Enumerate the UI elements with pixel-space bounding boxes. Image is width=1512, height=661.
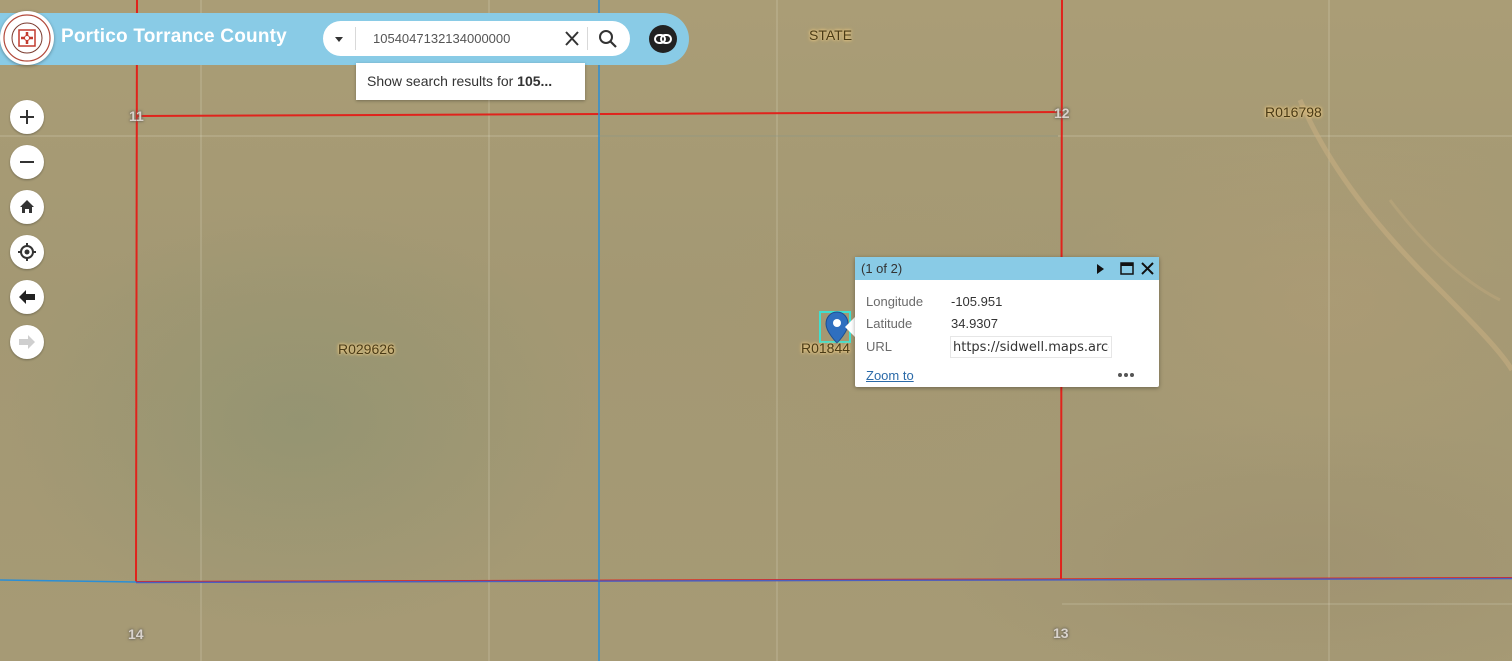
more-actions-button[interactable] [1116,368,1136,382]
zoom-in-button[interactable] [10,100,44,134]
search-input[interactable] [365,21,563,56]
search-icon [599,30,617,48]
locate-button[interactable] [10,235,44,269]
minus-icon [20,161,34,163]
parcel-label: R016798 [1265,104,1322,120]
zoom-out-button[interactable] [10,145,44,179]
suggestion-prefix: Show search results for [367,73,518,89]
section-number: 14 [128,626,144,642]
search-box [323,21,630,56]
popup-count: (1 of 2) [861,261,903,276]
maximize-icon [1120,262,1134,275]
chevron-down-icon [335,37,343,42]
share-link-button[interactable] [649,25,677,53]
close-icon [1141,262,1154,275]
divider [587,27,588,50]
suggestion-term: 105... [517,73,553,89]
link-icon [654,34,672,44]
field-label-longitude: Longitude [866,294,924,309]
url-field[interactable] [950,336,1112,358]
field-value-latitude: 34.9307 [951,316,998,331]
arrow-right-icon [19,335,35,349]
next-extent-button[interactable] [10,325,44,359]
app-title: Portico Torrance County [61,26,287,47]
search-source-dropdown[interactable] [323,21,355,56]
close-popup-button[interactable] [1139,260,1156,277]
previous-extent-button[interactable] [10,280,44,314]
map-view[interactable]: STATE R016798 R029626 R01844 11 12 14 13 [0,0,1512,661]
field-value-longitude: -105.951 [951,294,1003,309]
section-number: 12 [1054,105,1070,121]
play-icon [1097,264,1104,274]
state-label: STATE [809,27,853,43]
locate-icon [18,243,36,261]
divider [355,27,356,50]
zoom-to-link[interactable]: Zoom to [866,368,914,383]
feature-popup: (1 of 2) Longitude -105.951 Latitude 34.… [855,257,1159,387]
arrow-left-icon [19,290,35,304]
next-feature-button[interactable] [1092,261,1108,277]
close-icon [565,31,579,46]
parcel-label: R029626 [338,341,395,357]
plus-icon [20,110,34,124]
section-number: 11 [129,108,144,124]
popup-header: (1 of 2) [855,257,1159,280]
field-label-latitude: Latitude [866,316,913,331]
county-logo [0,11,54,65]
section-number: 13 [1053,625,1069,641]
home-button[interactable] [10,190,44,224]
home-icon [20,200,34,213]
parcel-label: R01844 [801,340,851,356]
field-label-url: URL [866,339,893,354]
map-overlay [0,0,1512,661]
search-suggestion[interactable]: Show search results for 105... [356,63,585,100]
popup-pointer [845,317,855,337]
maximize-button[interactable] [1119,261,1135,277]
search-button[interactable] [593,26,623,52]
clear-search-button[interactable] [559,28,585,50]
more-icon [1118,373,1134,377]
